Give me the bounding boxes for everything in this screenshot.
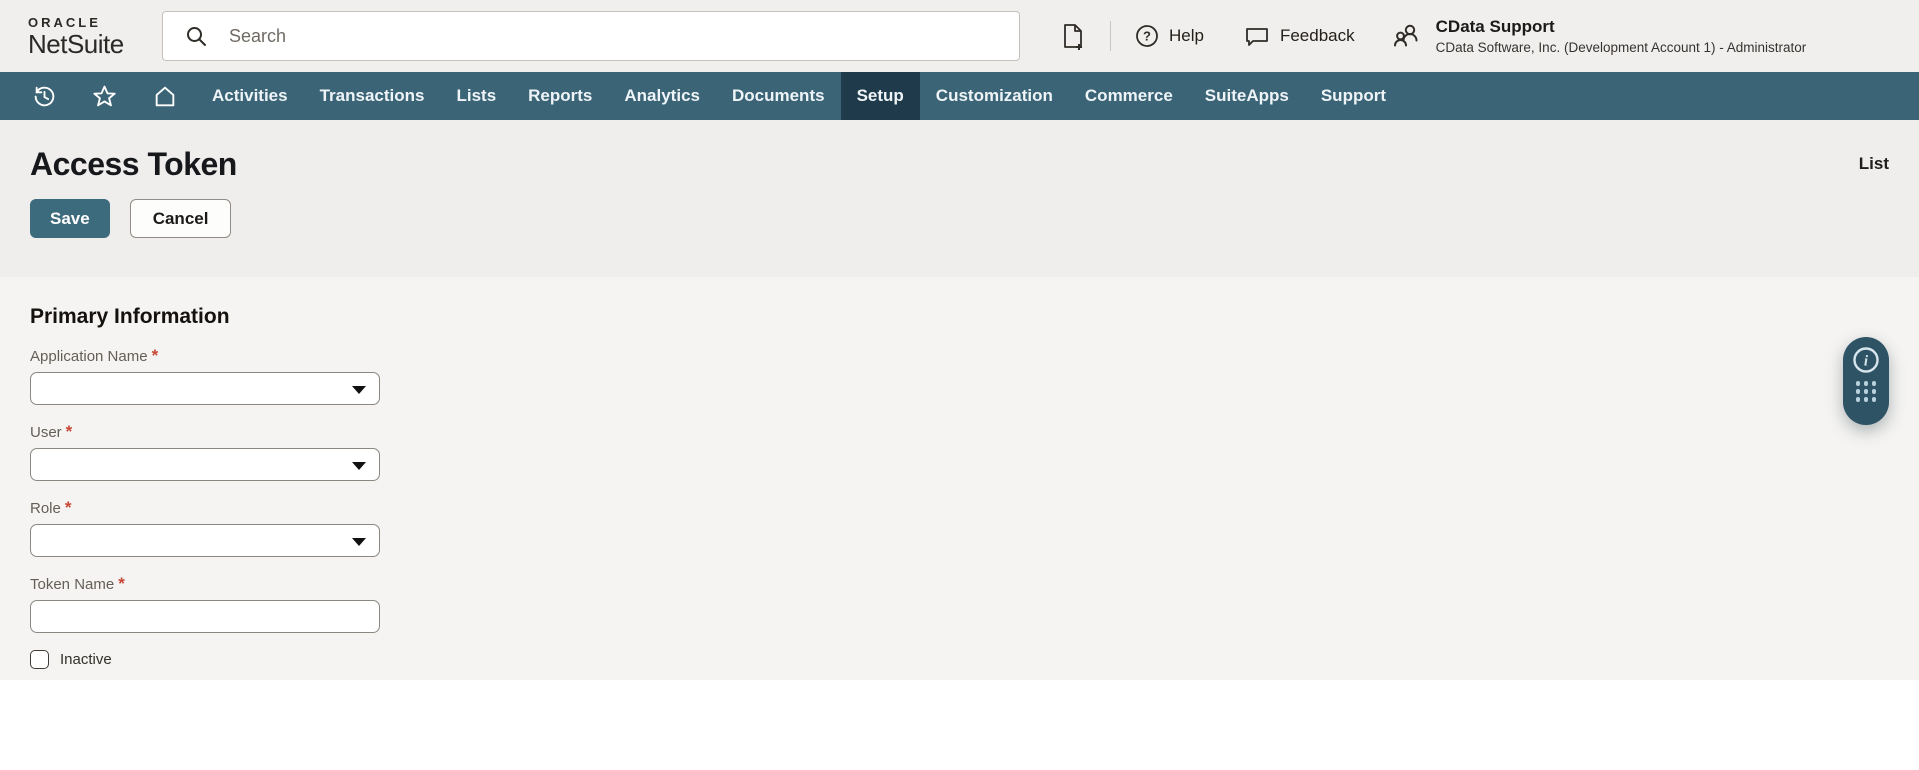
user-name: CData Support: [1436, 17, 1807, 37]
help-button[interactable]: ? Help: [1135, 24, 1204, 48]
nav-item-setup[interactable]: Setup: [841, 72, 920, 120]
section-title: Primary Information: [30, 305, 1889, 329]
netsuite-logo[interactable]: ORACLE NetSuite: [28, 16, 162, 57]
svg-text:i: i: [1864, 354, 1869, 370]
primary-information-section: Primary Information Application Name* Us…: [0, 277, 1919, 680]
cancel-button[interactable]: Cancel: [130, 199, 232, 238]
required-asterisk: *: [118, 574, 125, 593]
inactive-label: Inactive: [60, 651, 112, 668]
action-buttons: Save Cancel: [30, 199, 1889, 238]
user-menu[interactable]: CData Support CData Software, Inc. (Deve…: [1391, 17, 1807, 55]
nav-menu: Activities Transactions Lists Reports An…: [196, 72, 1402, 120]
shortcuts-button[interactable]: [88, 72, 121, 120]
inactive-checkbox[interactable]: [30, 650, 49, 669]
nav-item-customization[interactable]: Customization: [920, 72, 1069, 120]
nav-item-reports[interactable]: Reports: [512, 72, 608, 120]
nav-item-activities[interactable]: Activities: [196, 72, 304, 120]
token-name-label: Token Name: [30, 576, 114, 593]
user-info: CData Support CData Software, Inc. (Deve…: [1436, 17, 1807, 55]
token-name-input[interactable]: [31, 601, 379, 632]
token-name-field: Token Name*: [30, 574, 1889, 633]
search-icon: [184, 24, 208, 48]
assistant-widget[interactable]: i: [1843, 337, 1889, 425]
svg-text:?: ?: [1143, 29, 1151, 44]
user-label: User: [30, 424, 62, 441]
top-bar: ORACLE NetSuite ? Help: [0, 0, 1919, 72]
new-page-button[interactable]: [1060, 22, 1086, 50]
save-button[interactable]: Save: [30, 199, 110, 238]
logo-oracle-text: ORACLE: [28, 16, 162, 29]
home-button[interactable]: [148, 72, 182, 120]
search-input[interactable]: [162, 11, 1020, 61]
nav-item-documents[interactable]: Documents: [716, 72, 841, 120]
nav-item-analytics[interactable]: Analytics: [608, 72, 716, 120]
list-link[interactable]: List: [1859, 154, 1889, 174]
user-select[interactable]: [30, 448, 380, 481]
main-nav: Activities Transactions Lists Reports An…: [0, 72, 1919, 120]
caret-down-icon: [352, 462, 366, 470]
topbar-divider: [1110, 21, 1111, 51]
required-asterisk: *: [66, 422, 73, 441]
grid-dots-icon: [1856, 381, 1877, 402]
caret-down-icon: [352, 386, 366, 394]
feedback-button[interactable]: Feedback: [1244, 24, 1355, 48]
new-page-icon: [1060, 22, 1086, 50]
page-title: Access Token: [30, 146, 237, 183]
nav-item-suiteapps[interactable]: SuiteApps: [1189, 72, 1305, 120]
required-asterisk: *: [152, 346, 159, 365]
logo-netsuite-text: NetSuite: [28, 31, 162, 57]
role-label: Role: [30, 500, 61, 517]
application-name-select[interactable]: [30, 372, 380, 405]
nav-item-support[interactable]: Support: [1305, 72, 1402, 120]
token-name-control: [30, 600, 380, 633]
user-field: User*: [30, 422, 1889, 481]
feedback-icon: [1244, 24, 1270, 48]
users-icon: [1391, 20, 1423, 52]
nav-item-transactions[interactable]: Transactions: [304, 72, 441, 120]
recent-records-button[interactable]: [28, 72, 61, 120]
caret-down-icon: [352, 538, 366, 546]
help-icon: ?: [1135, 24, 1159, 48]
topbar-actions: ? Help Feedback: [1060, 21, 1355, 51]
info-circle-icon: i: [1852, 346, 1880, 374]
nav-item-commerce[interactable]: Commerce: [1069, 72, 1189, 120]
global-search: [162, 11, 1020, 61]
feedback-label: Feedback: [1280, 26, 1355, 46]
role-field: Role*: [30, 498, 1889, 557]
inactive-row: Inactive: [30, 650, 1889, 669]
home-icon: [152, 84, 178, 109]
role-select[interactable]: [30, 524, 380, 557]
required-asterisk: *: [65, 498, 72, 517]
user-role-subtitle: CData Software, Inc. (Development Accoun…: [1436, 40, 1807, 55]
history-icon: [32, 84, 57, 109]
star-icon: [92, 84, 117, 109]
help-label: Help: [1169, 26, 1204, 46]
application-name-label: Application Name: [30, 348, 148, 365]
application-name-field: Application Name*: [30, 346, 1889, 405]
nav-item-lists[interactable]: Lists: [440, 72, 512, 120]
page-header: Access Token List Save Cancel: [0, 120, 1919, 277]
